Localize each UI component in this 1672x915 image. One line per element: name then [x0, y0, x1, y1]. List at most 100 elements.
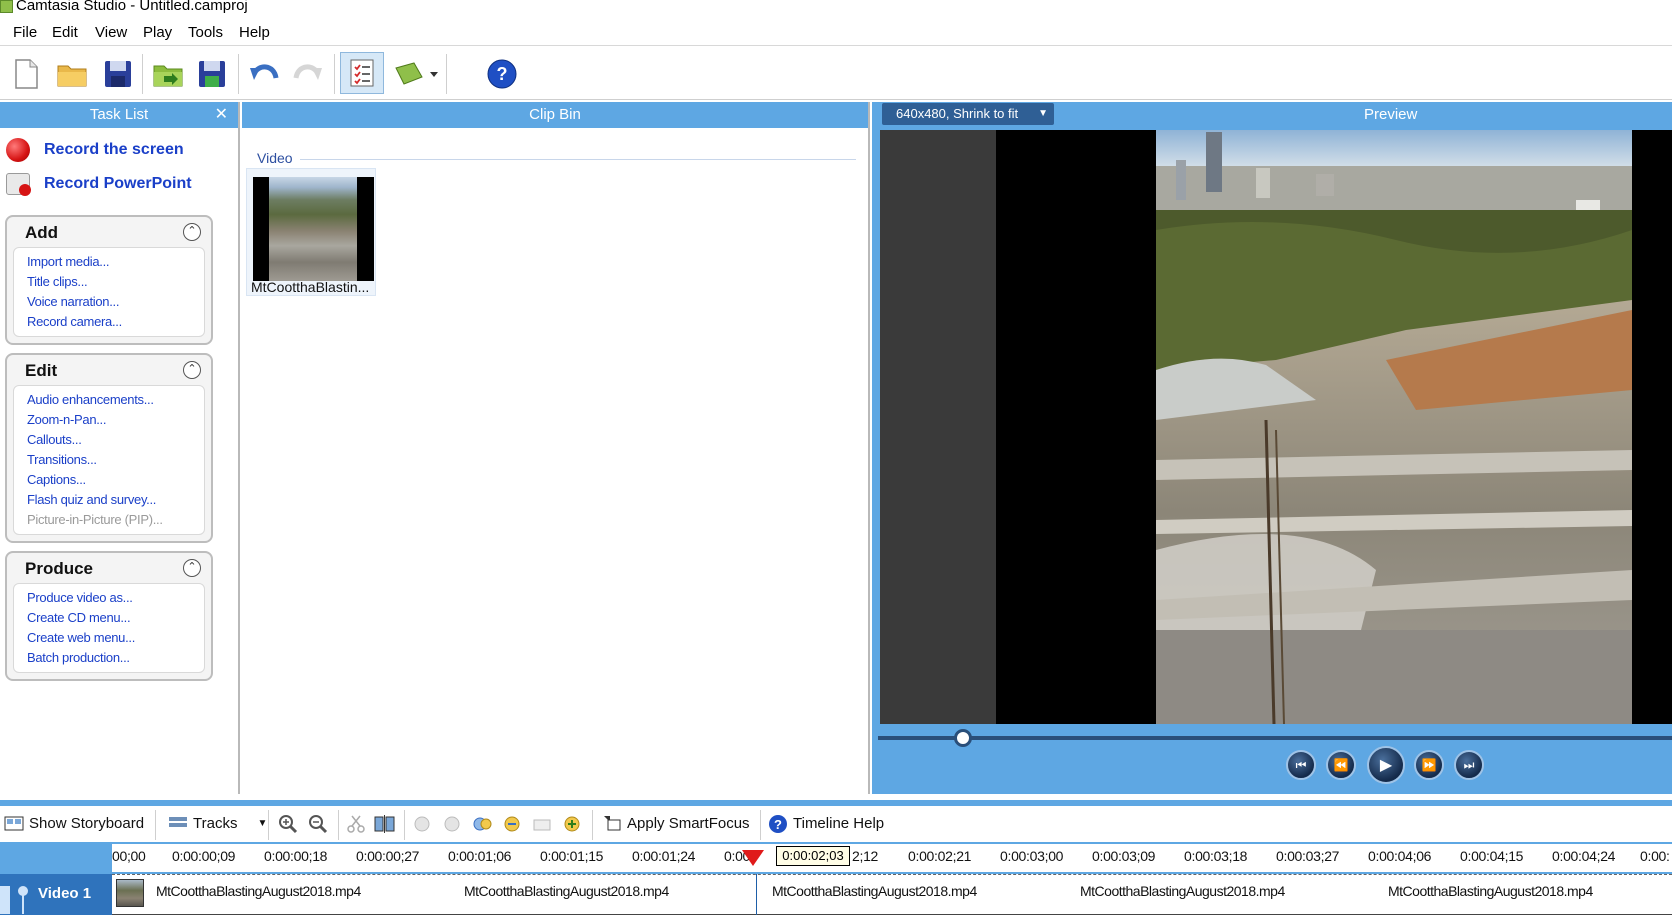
- ruler-tick: 2;12: [852, 848, 879, 864]
- menu-play[interactable]: Play: [143, 24, 172, 41]
- chevron-down-icon[interactable]: ▼: [257, 818, 267, 829]
- collapse-icon[interactable]: ⌃: [183, 559, 201, 577]
- ruler-tick: 0:00:03;27: [1276, 848, 1340, 864]
- transitions-link[interactable]: Transitions...: [27, 450, 204, 470]
- edit-group-title: Edit: [25, 361, 58, 380]
- track-header-video-1[interactable]: Video 1: [0, 874, 112, 915]
- ruler-tick: 0:00:01;24: [632, 848, 696, 864]
- next-icon[interactable]: ⏭: [1454, 750, 1484, 780]
- timeline-toolbar: Show Storyboard Tracks ▼ Apply SmartFocu…: [0, 800, 1672, 842]
- ruler-tick: 0:00:03;00: [1000, 848, 1064, 864]
- picture-in-picture-link: Picture-in-Picture (PIP)...: [27, 512, 163, 527]
- save-icon[interactable]: [100, 56, 136, 92]
- preview-video-frame: [1156, 130, 1632, 724]
- close-icon[interactable]: ✕: [215, 102, 228, 128]
- show-storyboard-button[interactable]: Show Storyboard: [4, 814, 144, 832]
- add-group-title: Add: [25, 223, 59, 242]
- apply-smartfocus-button[interactable]: Apply SmartFocus: [602, 814, 750, 832]
- open-folder-icon[interactable]: [54, 56, 90, 92]
- title-clips-link[interactable]: Title clips...: [27, 272, 204, 292]
- menu-file[interactable]: File: [13, 24, 37, 41]
- batch-production-link[interactable]: Batch production...: [27, 648, 204, 668]
- smartfocus-icon: [602, 814, 622, 832]
- clip-bin-icon[interactable]: [392, 56, 440, 92]
- menu-edit[interactable]: Edit: [52, 24, 78, 41]
- callouts-link[interactable]: Callouts...: [27, 430, 204, 450]
- help-icon[interactable]: ?: [484, 56, 520, 92]
- clip-item[interactable]: MtCootthaBlastin...: [246, 168, 376, 296]
- preview-scrubber-handle[interactable]: [954, 729, 972, 747]
- task-list-panel: Task List ✕ Record the screen Record Pow…: [0, 102, 240, 794]
- fast-forward-icon[interactable]: ⏩: [1414, 750, 1444, 780]
- timeline-ruler[interactable]: 00;00 0:00:00;09 0:00:00;18 0:00:00;27 0…: [0, 842, 1672, 874]
- title-bar: Camtasia Studio - Untitled.camproj: [0, 0, 1672, 18]
- rewind-icon[interactable]: ⏪: [1326, 750, 1356, 780]
- video-section-label: Video: [257, 150, 293, 166]
- ruler-tick: 0:00:03;09: [1092, 848, 1156, 864]
- menu-tools[interactable]: Tools: [188, 24, 223, 41]
- zoom-out-icon[interactable]: [308, 814, 328, 834]
- preview-scrubber-track[interactable]: [878, 736, 1672, 740]
- track-name: Video 1: [38, 885, 92, 902]
- produce-video-link[interactable]: Produce video as...: [27, 588, 204, 608]
- zoom-in-icon[interactable]: [278, 814, 298, 834]
- zoom-n-pan-link[interactable]: Zoom-n-Pan...: [27, 410, 204, 430]
- clip-bin-header: Clip Bin: [242, 102, 868, 128]
- import-media-icon[interactable]: [150, 56, 186, 92]
- task-list-header: Task List ✕: [0, 102, 238, 128]
- flash-quiz-link[interactable]: Flash quiz and survey...: [27, 490, 204, 510]
- audio-enhancements-link[interactable]: Audio enhancements...: [27, 390, 204, 410]
- save-as-icon[interactable]: [194, 56, 230, 92]
- zoom-n-pan-icon[interactable]: [412, 814, 432, 834]
- clip-bin-panel: Clip Bin Video MtCootthaBlastin...: [242, 102, 870, 794]
- play-icon[interactable]: ▶: [1367, 746, 1405, 784]
- split-icon[interactable]: [374, 814, 396, 834]
- record-screen-link[interactable]: Record the screen: [6, 138, 184, 162]
- undo-icon[interactable]: [246, 56, 282, 92]
- track-clip-label: MtCootthaBlastingAugust2018.mp4: [464, 883, 669, 899]
- collapse-icon[interactable]: ⌃: [183, 361, 201, 379]
- redo-icon[interactable]: [290, 56, 326, 92]
- help-icon: ?: [768, 814, 788, 833]
- ruler-tick: 0:00:00;09: [172, 848, 236, 864]
- ruler-tick: 0:00:: [1640, 848, 1670, 864]
- new-project-icon[interactable]: [8, 56, 44, 92]
- previous-icon[interactable]: ⏮: [1286, 750, 1316, 780]
- lock-icon[interactable]: [0, 886, 10, 914]
- record-camera-link[interactable]: Record camera...: [27, 312, 204, 332]
- captions-link[interactable]: Captions...: [27, 470, 204, 490]
- storyboard-icon: [4, 814, 24, 832]
- record-icon: [6, 138, 30, 162]
- tracks-icon: [168, 814, 188, 832]
- track-clip-label: MtCootthaBlastingAugust2018.mp4: [1388, 883, 1593, 899]
- ruler-tick: 0:00:01;06: [448, 848, 512, 864]
- quiz-icon[interactable]: [562, 814, 582, 834]
- produce-group: Produce ⌃ Produce video as... Create CD …: [5, 551, 213, 681]
- ruler-tick: 0:00:01;15: [540, 848, 604, 864]
- menu-view[interactable]: View: [95, 24, 127, 41]
- tracks-button[interactable]: Tracks ▼: [168, 814, 267, 832]
- voice-narration-link[interactable]: Voice narration...: [27, 292, 204, 312]
- menu-help[interactable]: Help: [239, 24, 270, 41]
- chevron-down-icon: ▼: [1038, 108, 1048, 119]
- main-toolbar: ?: [0, 48, 1672, 100]
- audio-icon[interactable]: [442, 814, 462, 834]
- app-icon: [0, 0, 13, 13]
- transition-icon[interactable]: [502, 814, 522, 834]
- callout-icon[interactable]: [472, 814, 492, 834]
- ruler-tick: 0:00:00;18: [264, 848, 328, 864]
- cut-icon[interactable]: [346, 814, 366, 834]
- create-cd-menu-link[interactable]: Create CD menu...: [27, 608, 204, 628]
- video-track[interactable]: MtCootthaBlastingAugust2018.mp4 MtCootth…: [112, 874, 1672, 915]
- import-media-link[interactable]: Import media...: [27, 252, 204, 272]
- collapse-icon[interactable]: ⌃: [183, 223, 201, 241]
- ruler-tick: 0:00:00;27: [356, 848, 420, 864]
- preview-size-dropdown[interactable]: 640x480, Shrink to fit ▼: [882, 103, 1054, 125]
- timeline-help-button[interactable]: ? Timeline Help: [768, 814, 884, 833]
- clip-thumbnail: [253, 177, 374, 281]
- playhead-marker[interactable]: [742, 850, 764, 866]
- task-list-icon[interactable]: [340, 52, 384, 94]
- record-powerpoint-link[interactable]: Record PowerPoint: [6, 172, 192, 196]
- create-web-menu-link[interactable]: Create web menu...: [27, 628, 204, 648]
- caption-icon[interactable]: [532, 814, 552, 834]
